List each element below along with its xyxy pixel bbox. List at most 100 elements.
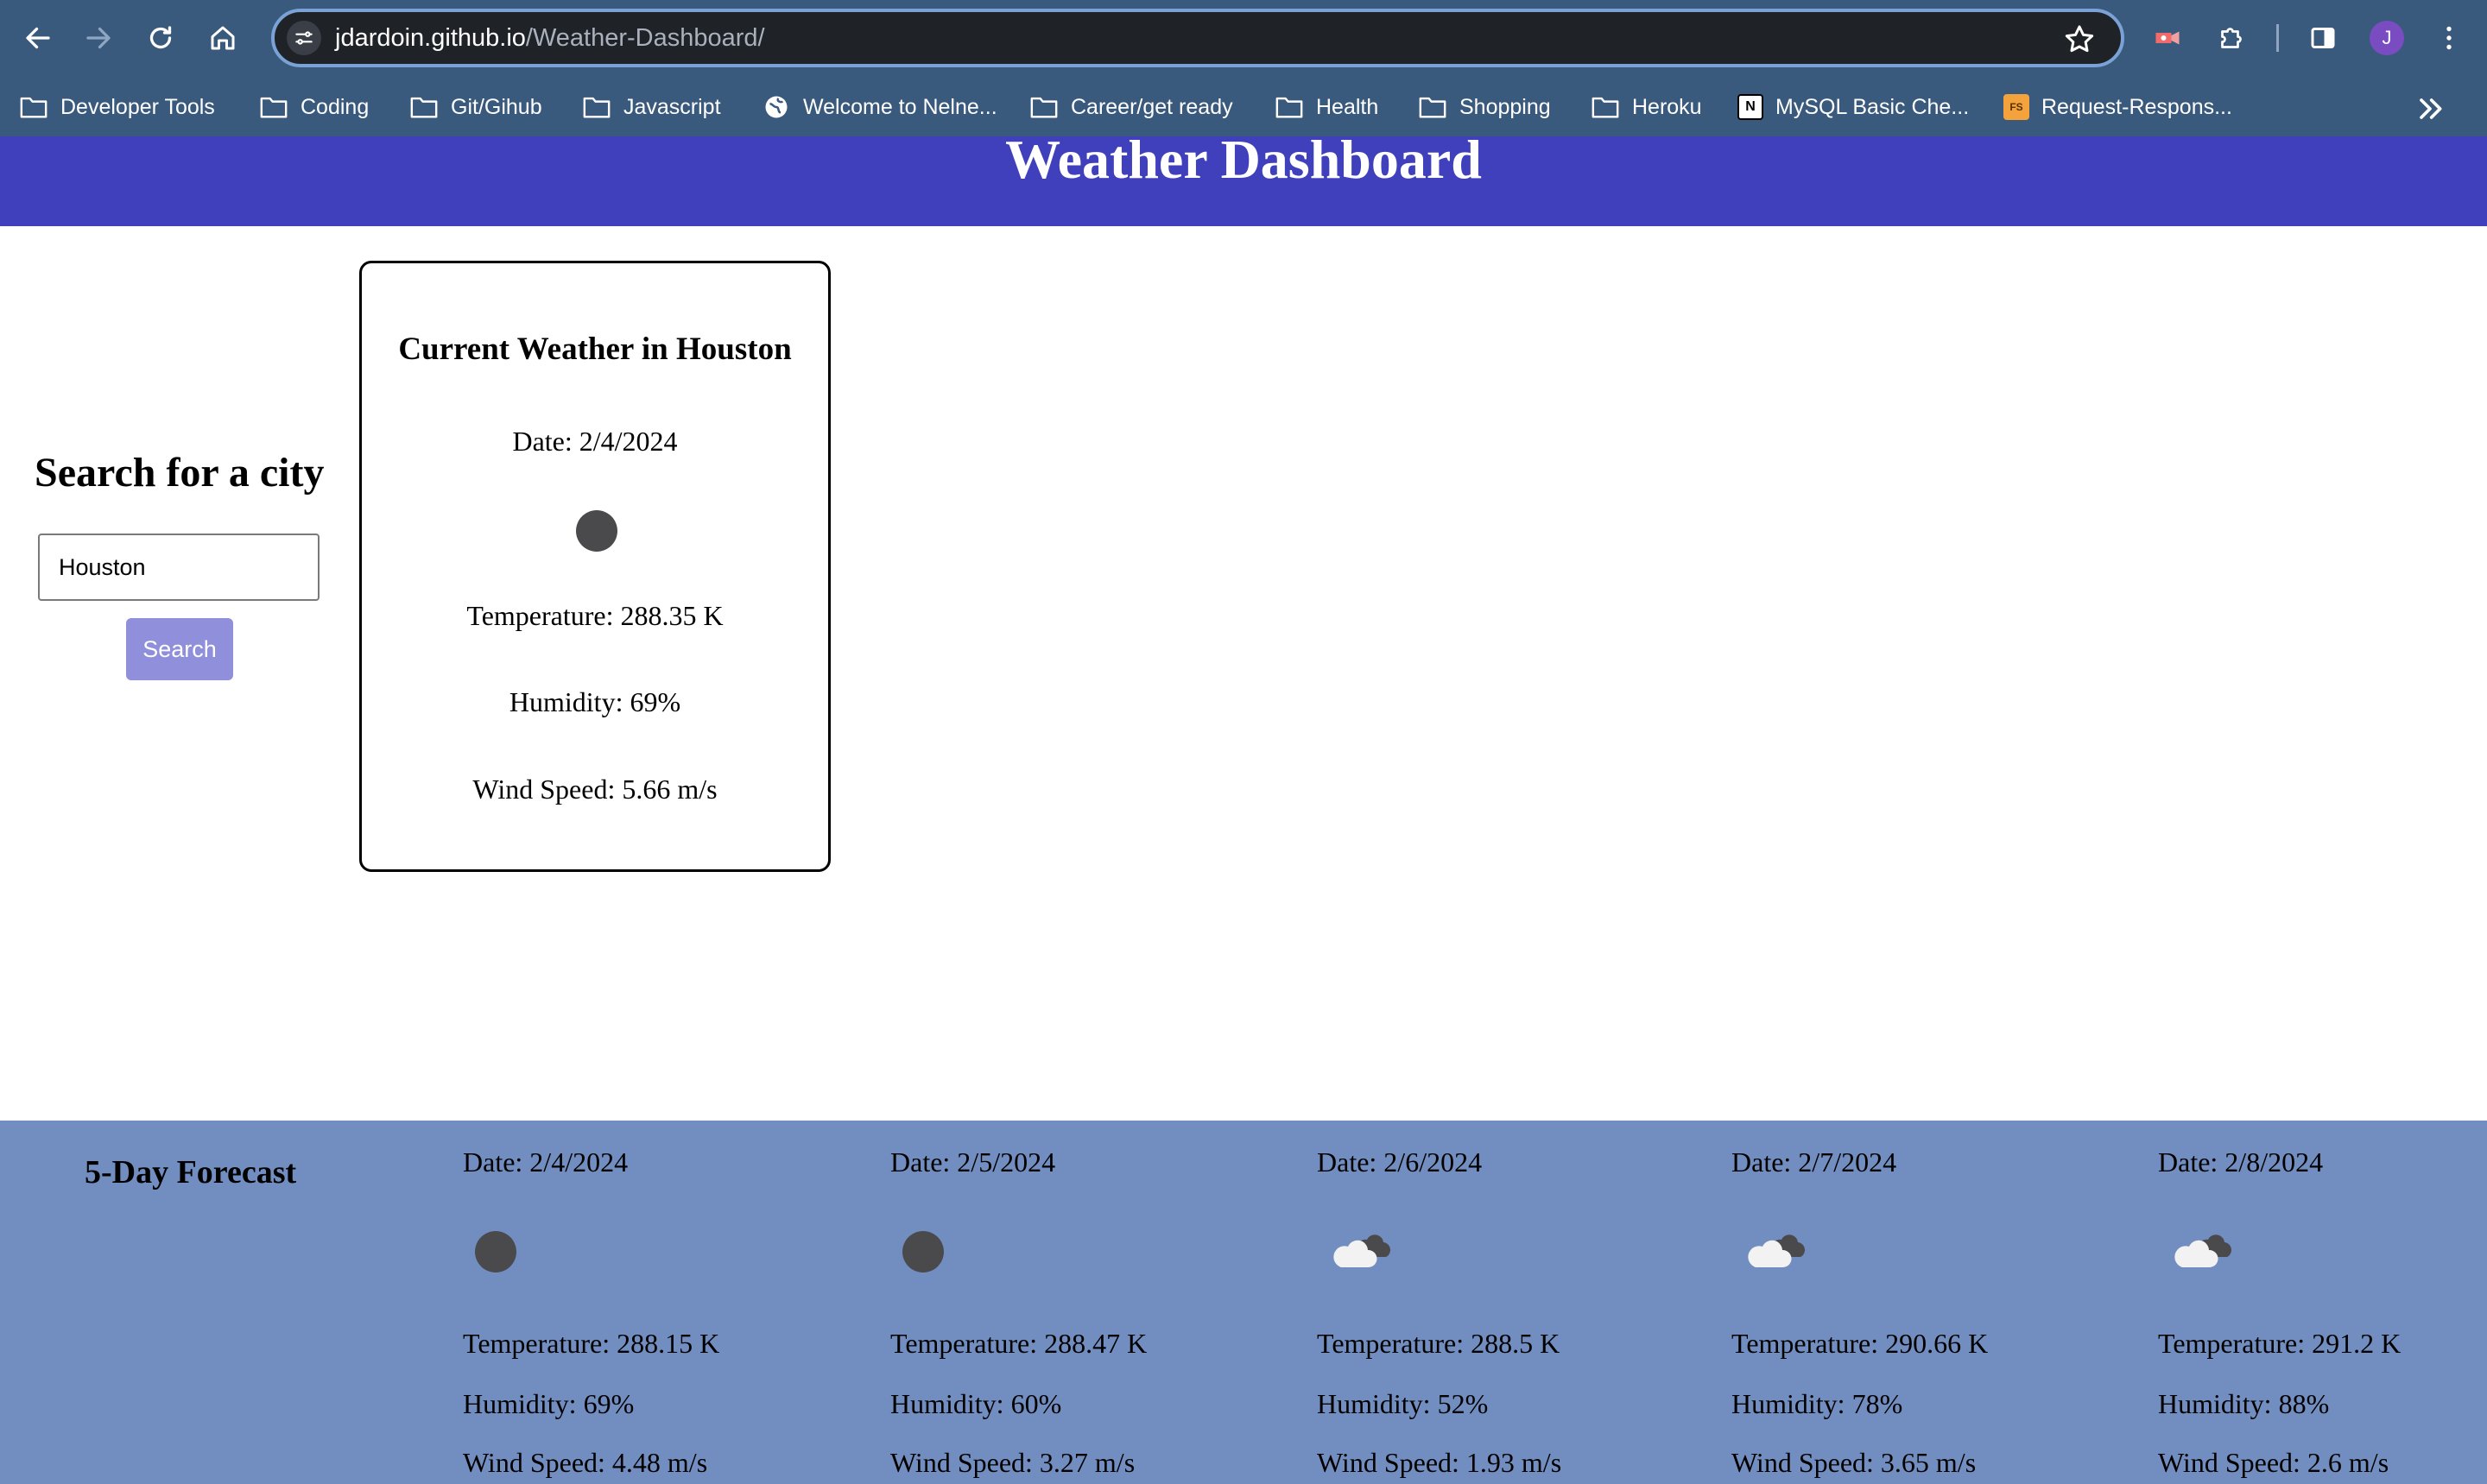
folder-icon	[260, 97, 288, 118]
broken-clouds-icon	[2174, 1235, 2231, 1267]
fs-icon: FS	[2003, 94, 2029, 120]
forecast-date: Date: 2/6/2024	[1317, 1146, 1483, 1178]
forward-button[interactable]	[78, 17, 119, 59]
page-header: Weather Dashboard	[0, 129, 2487, 226]
bookmark-label: Javascript	[623, 94, 721, 119]
night-clear-icon	[475, 1231, 516, 1272]
bookmark-label: Career/get ready	[1071, 94, 1233, 119]
chevron-double-right-icon	[2420, 98, 2442, 119]
current-humidity: Humidity: 69%	[509, 686, 681, 717]
reload-icon	[149, 26, 172, 49]
folder-icon	[1030, 97, 1058, 118]
forecast-humidity: Humidity: 78%	[1731, 1388, 1903, 1419]
forecast-temperature: Temperature: 290.66 K	[1731, 1328, 1989, 1359]
bookmark-label: Coding	[301, 94, 370, 119]
bookmark-item[interactable]: Welcome to Nelne...	[762, 88, 997, 126]
forecast-day: Date: 2/7/2024 Temperature: 290.66 K Humid…	[1731, 1121, 2077, 1484]
bookmark-star-icon[interactable]	[2062, 22, 2097, 57]
current-wind-speed: Wind Speed: 5.66 m/s	[472, 774, 718, 805]
url-host: jdardoin.github.io	[335, 24, 526, 52]
bookmark-item[interactable]: Shopping	[1418, 88, 1551, 126]
address-bar[interactable]: jdardoin.github.io/Weather-Dashboard/	[271, 9, 2124, 67]
forecast-temperature: Temperature: 291.2 K	[2158, 1328, 2402, 1359]
bookmark-label: Heroku	[1632, 94, 1702, 119]
forecast-day: Date: 2/4/2024 Temperature: 288.15 K Humid…	[463, 1121, 808, 1484]
forecast-wind-speed: Wind Speed: 3.27 m/s	[890, 1447, 1136, 1478]
forecast-humidity: Humidity: 52%	[1317, 1388, 1489, 1419]
bookmark-item[interactable]: Heroku	[1591, 88, 1702, 126]
bookmark-label: Git/Gihub	[451, 94, 542, 119]
forecast-day: Date: 2/8/2024 Temperature: 291.2 K Humidi…	[2158, 1121, 2487, 1484]
reload-button[interactable]	[140, 17, 181, 59]
folder-icon	[20, 97, 47, 118]
bookmark-label: Shopping	[1459, 94, 1551, 119]
page-title: Weather Dashboard	[1005, 129, 1482, 190]
browser-menu-button[interactable]	[2430, 19, 2468, 57]
arrow-right-icon	[86, 27, 111, 49]
broken-clouds-icon	[1748, 1235, 1805, 1267]
bookmark-label: Health	[1316, 94, 1379, 119]
folder-icon	[1275, 97, 1303, 118]
forecast-date: Date: 2/5/2024	[890, 1146, 1056, 1178]
bookmark-item[interactable]: Developer Tools	[19, 88, 215, 126]
folder-icon	[583, 97, 611, 118]
forecast-section: 5-Day Forecast Date: 2/4/2024 Temperature…	[0, 1121, 2487, 1484]
forecast-temperature: Temperature: 288.5 K	[1317, 1328, 1560, 1359]
browser-toolbar: jdardoin.github.io/Weather-Dashboard/ J	[0, 0, 2487, 76]
home-icon	[211, 26, 235, 50]
forecast-heading: 5-Day Forecast	[85, 1154, 297, 1190]
bookmark-label: Request-Respons...	[2041, 94, 2232, 119]
forecast-date: Date: 2/4/2024	[463, 1146, 629, 1178]
forecast-day: Date: 2/5/2024 Temperature: 288.47 K Humid…	[890, 1121, 1236, 1484]
site-info-button[interactable]	[287, 21, 321, 55]
bookmark-item[interactable]: Git/Gihub	[409, 88, 542, 126]
night-clear-icon	[576, 510, 617, 552]
home-button[interactable]	[202, 17, 244, 59]
bookmark-item[interactable]: FS Request-Respons...	[2003, 88, 2232, 126]
bookmarks-bar: Developer Tools Coding Git/Gihub Javascript…	[0, 83, 2487, 131]
bookmark-item[interactable]: N MySQL Basic Che...	[1737, 88, 1969, 126]
puzzle-icon	[2221, 28, 2242, 48]
bookmark-item[interactable]: Health	[1275, 88, 1378, 126]
forecast-humidity: Humidity: 88%	[2158, 1388, 2330, 1419]
browser-chrome: jdardoin.github.io/Weather-Dashboard/ J …	[0, 0, 2487, 136]
arrow-left-icon	[26, 27, 50, 49]
city-search-input[interactable]	[38, 534, 320, 601]
extensions-button[interactable]	[2212, 19, 2250, 57]
more-bookmarks-button[interactable]	[2413, 92, 2447, 126]
forecast-date: Date: 2/7/2024	[1731, 1146, 1897, 1178]
forecast-humidity: Humidity: 69%	[463, 1388, 635, 1419]
current-weather-card: Current Weather in Houston Date: 2/4/202…	[359, 261, 831, 872]
profile-avatar[interactable]: J	[2370, 21, 2404, 55]
toolbar-divider	[2276, 24, 2279, 52]
side-panel-icon	[2311, 28, 2335, 48]
forecast-temperature: Temperature: 288.47 K	[890, 1328, 1148, 1359]
globe-icon	[765, 96, 788, 118]
screen-recorder-extension[interactable]	[2148, 19, 2186, 57]
tune-icon	[295, 31, 313, 45]
forecast-date: Date: 2/8/2024	[2158, 1146, 2324, 1178]
bookmark-label: Welcome to Nelne...	[803, 94, 997, 119]
forecast-day: Date: 2/6/2024 Temperature: 288.5 K Humidi…	[1317, 1121, 1662, 1484]
bookmark-label: Developer Tools	[60, 94, 215, 119]
broken-clouds-icon	[1333, 1235, 1390, 1267]
url-text: jdardoin.github.io/Weather-Dashboard/	[335, 24, 765, 53]
forecast-temperature: Temperature: 288.15 K	[463, 1328, 720, 1359]
bookmark-item[interactable]: Coding	[259, 88, 369, 126]
kebab-menu-icon	[2446, 26, 2452, 50]
url-path: /Weather-Dashboard/	[525, 24, 765, 52]
bookmark-item[interactable]: Javascript	[582, 88, 721, 126]
folder-icon	[1592, 97, 1619, 118]
forecast-wind-speed: Wind Speed: 3.65 m/s	[1731, 1447, 1977, 1478]
folder-icon	[1419, 97, 1446, 118]
bookmark-item[interactable]: Career/get ready	[1029, 88, 1233, 126]
side-panel-button[interactable]	[2304, 19, 2342, 57]
forecast-wind-speed: Wind Speed: 4.48 m/s	[463, 1447, 708, 1478]
back-button[interactable]	[17, 17, 59, 59]
notion-icon: N	[1737, 94, 1763, 120]
search-heading: Search for a city	[35, 450, 325, 496]
bookmark-label: MySQL Basic Che...	[1775, 94, 1970, 119]
current-date: Date: 2/4/2024	[512, 426, 678, 457]
current-weather-title: Current Weather in Houston	[398, 332, 792, 367]
search-button[interactable]: Search	[126, 618, 233, 680]
